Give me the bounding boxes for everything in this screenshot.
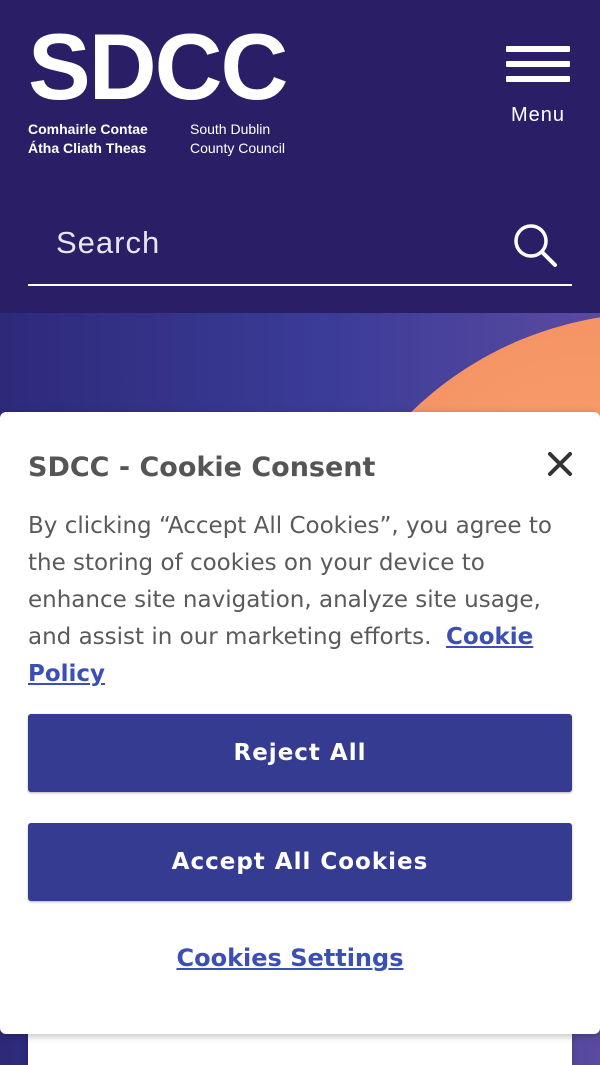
logo-irish-line-1: Comhairle Contae xyxy=(28,121,148,137)
logo-irish-line-2: Átha Cliath Theas xyxy=(28,140,147,156)
hamburger-icon-bar xyxy=(506,76,570,82)
search-input[interactable] xyxy=(28,210,526,276)
logo-english-line-1: South Dublin xyxy=(190,121,271,137)
logo-subtitle-english: South Dublin County Council xyxy=(190,120,285,158)
menu-button[interactable]: Menu xyxy=(504,46,572,130)
site-header: SDCC Comhairle Contae Átha Cliath Theas … xyxy=(0,0,600,313)
cookie-consent-dialog: SDCC - Cookie Consent By clicking “Accep… xyxy=(0,412,600,1034)
sdcc-logo[interactable]: SDCC Comhairle Contae Átha Cliath Theas … xyxy=(28,20,328,158)
logo-wordmark: SDCC xyxy=(28,14,288,119)
search-icon[interactable] xyxy=(512,222,558,268)
hamburger-icon xyxy=(506,46,570,52)
cookies-settings-link[interactable]: Cookies Settings xyxy=(0,944,580,972)
dialog-title: SDCC - Cookie Consent xyxy=(28,452,376,483)
menu-label: Menu xyxy=(510,104,566,126)
logo-english-line-2: County Council xyxy=(190,140,285,156)
search-bar xyxy=(28,210,572,286)
close-icon[interactable] xyxy=(540,444,580,484)
accept-all-cookies-button[interactable]: Accept All Cookies xyxy=(28,823,572,901)
reject-all-button[interactable]: Reject All xyxy=(28,714,572,792)
hamburger-icon-bar xyxy=(506,61,570,67)
logo-subtitle-irish: Comhairle Contae Átha Cliath Theas xyxy=(28,120,148,158)
dialog-description: By clicking “Accept All Cookies”, you ag… xyxy=(28,508,572,693)
